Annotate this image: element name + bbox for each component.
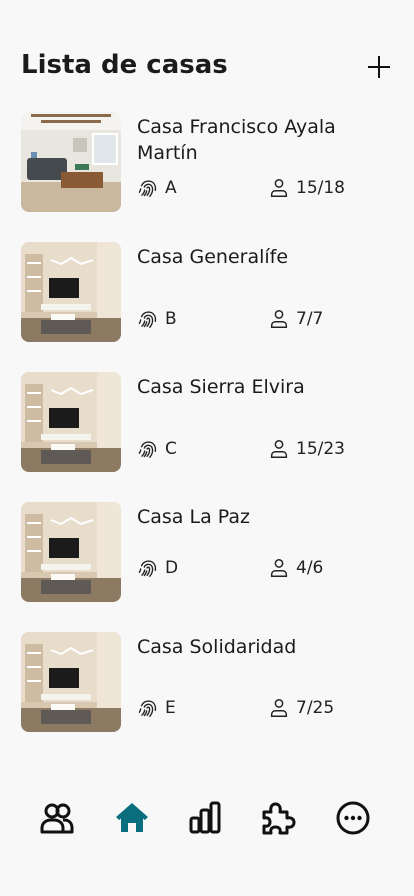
house-thumbnail (21, 632, 121, 732)
house-meta: C 15/23 (137, 438, 377, 460)
nav-item-activities[interactable] (256, 796, 300, 840)
house-code-label: B (165, 309, 177, 329)
fingerprint-icon (138, 311, 157, 328)
house-list-screen: Lista de casas Casa Francisco Ayala Mart… (0, 0, 414, 896)
user-icon (270, 440, 288, 458)
bottom-nav (0, 796, 414, 840)
nav-item-home[interactable] (110, 796, 154, 840)
fingerprint-icon (138, 180, 157, 197)
house-meta: A 15/18 (137, 177, 377, 199)
header: Lista de casas (0, 40, 414, 96)
house-code: E (137, 697, 176, 719)
list-item[interactable]: Casa Generalífe B 7/7 (0, 242, 414, 372)
house-thumbnail (21, 502, 121, 602)
house-code: A (137, 177, 177, 199)
house-meta: E 7/25 (137, 697, 377, 719)
user-icon (270, 559, 288, 577)
fingerprint-icon (138, 560, 157, 577)
house-name: Casa Generalífe (137, 246, 289, 268)
puzzle-icon (262, 802, 296, 835)
house-occupancy-label: 15/18 (296, 178, 345, 198)
house-occupancy: 7/7 (268, 308, 323, 330)
home-icon (116, 803, 148, 832)
house-code-label: D (165, 558, 179, 578)
house-name: Casa La Paz (137, 506, 250, 528)
house-occupancy: 15/23 (268, 438, 345, 460)
user-icon (270, 699, 288, 717)
add-house-button[interactable] (364, 52, 394, 82)
house-occupancy: 15/18 (268, 177, 345, 199)
house-meta: B 7/7 (137, 308, 377, 330)
page-title: Lista de casas (21, 50, 228, 80)
house-code-label: A (165, 178, 177, 198)
user-icon (270, 179, 288, 197)
fingerprint-icon (138, 700, 157, 717)
house-occupancy-label: 7/25 (296, 698, 335, 718)
house-occupancy-label: 15/23 (296, 439, 345, 459)
users-icon (40, 803, 74, 834)
house-list: Casa Francisco Ayala Martín A 15/18 Casa… (0, 112, 414, 762)
bar-chart-icon (189, 801, 221, 834)
house-code: B (137, 308, 177, 330)
house-occupancy-label: 7/7 (296, 309, 324, 329)
nav-item-more[interactable] (331, 796, 375, 840)
house-name: Casa Francisco Ayala Martín (137, 116, 336, 164)
house-thumbnail (21, 242, 121, 342)
house-name: Casa Solidaridad (137, 636, 297, 658)
house-code: D (137, 557, 178, 579)
house-occupancy: 7/25 (268, 697, 334, 719)
house-code-label: C (165, 439, 177, 459)
house-meta: D 4/6 (137, 557, 377, 579)
nav-item-users[interactable] (35, 796, 79, 840)
house-code-label: E (165, 698, 176, 718)
fingerprint-icon (138, 441, 157, 458)
house-code: C (137, 438, 177, 460)
house-thumbnail (21, 112, 121, 212)
house-occupancy-label: 4/6 (296, 558, 324, 578)
list-item[interactable]: Casa Solidaridad E 7/25 (0, 632, 414, 762)
list-item[interactable]: Casa Francisco Ayala Martín A 15/18 (0, 112, 414, 242)
house-name: Casa Sierra Elvira (137, 376, 305, 398)
house-thumbnail (21, 372, 121, 472)
nav-item-stats[interactable] (183, 796, 227, 840)
user-icon (270, 310, 288, 328)
more-icon (336, 801, 370, 835)
list-item[interactable]: Casa Sierra Elvira C 15/23 (0, 372, 414, 502)
house-occupancy: 4/6 (268, 557, 323, 579)
list-item[interactable]: Casa La Paz D 4/6 (0, 502, 414, 632)
plus-icon (368, 56, 390, 78)
